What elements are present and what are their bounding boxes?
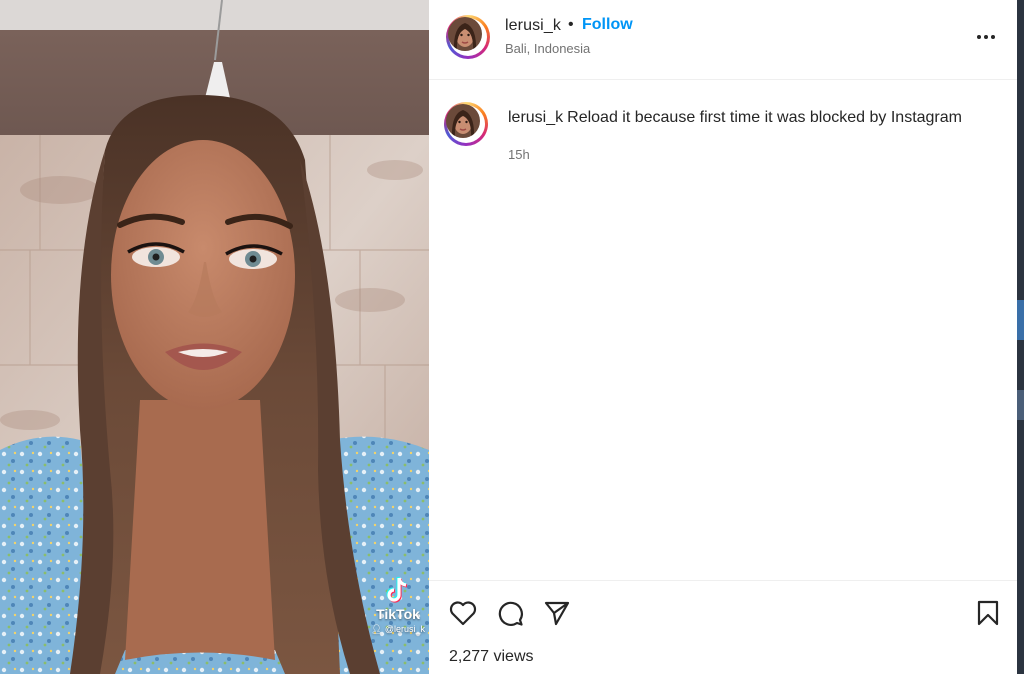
- caption-username[interactable]: lerusi_k: [508, 109, 563, 126]
- caption-text: Reload it because first time it was bloc…: [567, 109, 962, 126]
- post-caption: lerusi_k Reload it because first time it …: [508, 108, 1008, 128]
- background-window-edge: [1017, 0, 1024, 674]
- post-video[interactable]: TikTok 👤︎ @lerusi_k: [0, 0, 429, 674]
- tiktok-brand-label: TikTok: [376, 606, 420, 622]
- tiktok-user-text: @lerusi_k: [384, 624, 426, 634]
- post-timestamp[interactable]: 15h: [508, 147, 530, 162]
- tiktok-watermark: TikTok 👤︎ @lerusi_k: [368, 576, 428, 635]
- heart-icon[interactable]: [447, 597, 479, 629]
- tiktok-username-label: 👤︎ @lerusi_k: [368, 624, 428, 635]
- author-username[interactable]: lerusi_k: [505, 17, 561, 35]
- follow-button[interactable]: Follow: [582, 16, 633, 34]
- post-location[interactable]: Bali, Indonesia: [505, 41, 590, 56]
- author-avatar[interactable]: [446, 15, 490, 59]
- view-count[interactable]: 2,277 views: [449, 648, 534, 666]
- user-icon: 👤︎: [370, 624, 383, 634]
- post-detail-panel: lerusi_k • Follow Bali, Indonesia lerusi…: [429, 0, 1017, 674]
- avatar-image: [448, 17, 482, 51]
- post-header: lerusi_k • Follow Bali, Indonesia: [429, 0, 1017, 80]
- bookmark-icon[interactable]: [972, 597, 1004, 629]
- comment-icon[interactable]: [494, 597, 526, 629]
- separator-dot: •: [568, 16, 574, 33]
- video-frame-image: [0, 0, 429, 674]
- caption-author-avatar[interactable]: [444, 102, 488, 146]
- share-icon[interactable]: [541, 597, 573, 629]
- avatar-image: [446, 104, 480, 138]
- more-options-icon[interactable]: [974, 26, 998, 48]
- post-footer: 2,277 views: [429, 580, 1017, 675]
- tiktok-logo-icon: [386, 576, 408, 603]
